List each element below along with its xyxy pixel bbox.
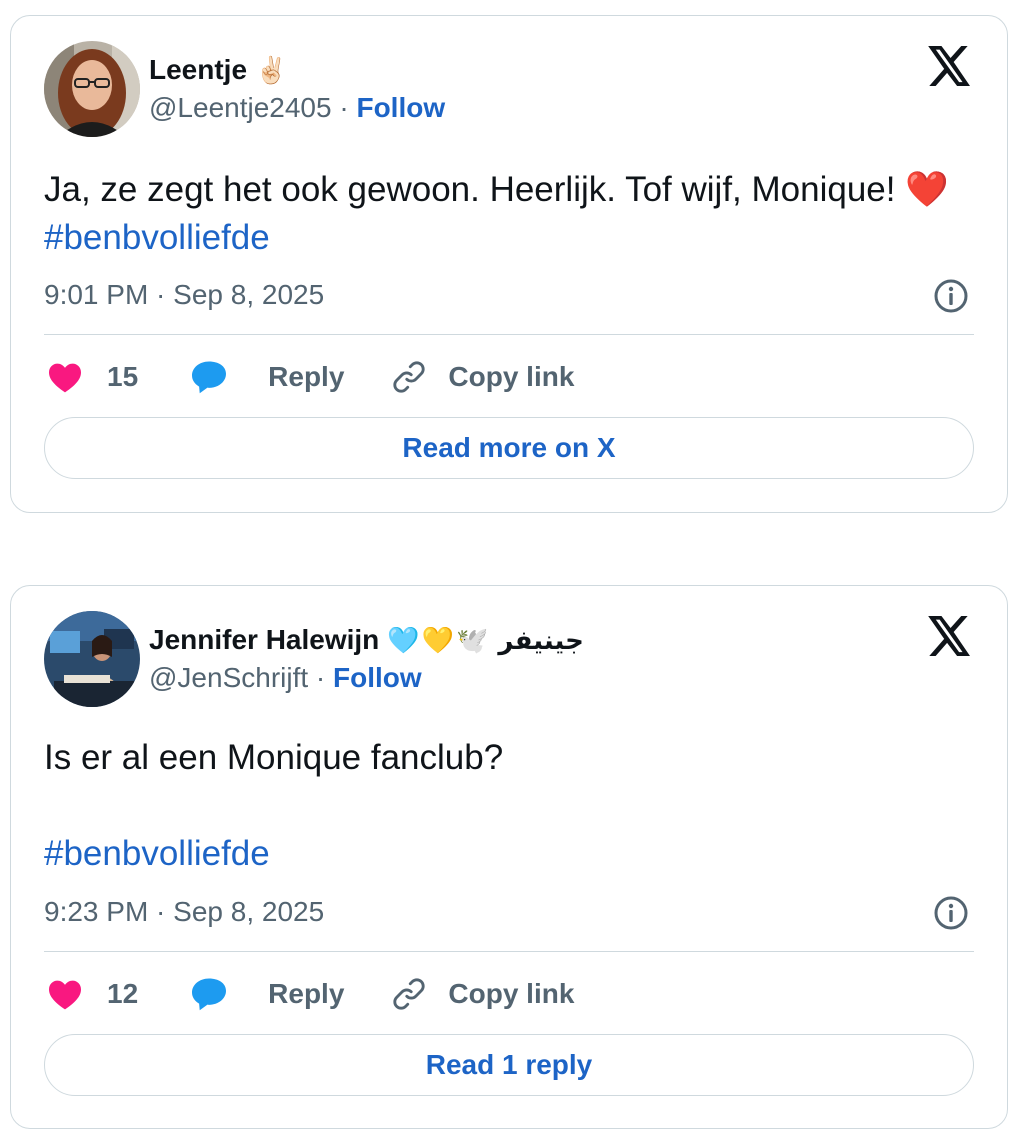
display-name[interactable]: Leentje — [149, 54, 247, 86]
info-icon[interactable] — [933, 895, 969, 931]
link-icon — [390, 358, 428, 396]
divider — [44, 334, 974, 335]
copy-link-label: Copy link — [448, 361, 575, 392]
timestamp[interactable]: 9:01 PM · Sep 8, 2025 — [44, 279, 324, 311]
tweet-text: Ja, ze zegt het ook gewoon. Heerlijk. To… — [44, 166, 967, 262]
reply-bubble-icon — [190, 977, 228, 1011]
reply-button[interactable]: Reply — [190, 977, 344, 1011]
action-bar: 12 Reply Copy link — [47, 972, 574, 1016]
separator: · — [315, 662, 326, 693]
handle-line: @Leentje2405 · Follow — [149, 92, 445, 124]
tweet-card: Jennifer Halewijn 🩵💛🕊️ جينيفر @JenSchrij… — [10, 585, 1008, 1129]
tweet-card: Leentje ✌🏻 @Leentje2405 · Follow Ja, ze … — [10, 15, 1008, 513]
display-name[interactable]: Jennifer Halewijn — [149, 624, 379, 656]
follow-button[interactable]: Follow — [333, 662, 422, 693]
red-heart-icon: ❤️ — [905, 170, 949, 209]
x-logo-icon[interactable] — [928, 616, 972, 656]
link-icon — [390, 975, 428, 1013]
like-count: 12 — [107, 978, 139, 1009]
heart-icon — [47, 361, 83, 393]
hashtag-link[interactable]: #benbvolliefde — [44, 218, 270, 257]
like-button[interactable]: 15 — [47, 361, 138, 393]
read-replies-button[interactable]: Read 1 reply — [44, 1034, 974, 1096]
action-bar: 15 Reply Copy link — [47, 355, 574, 399]
follow-button[interactable]: Follow — [356, 92, 445, 123]
name-emoji: ✌🏻 — [255, 54, 288, 85]
timestamp[interactable]: 9:23 PM · Sep 8, 2025 — [44, 896, 324, 928]
copy-link-button[interactable]: Copy link — [390, 975, 574, 1013]
separator: · — [339, 92, 349, 123]
divider — [44, 951, 974, 952]
copy-link-button[interactable]: Copy link — [390, 358, 574, 396]
like-count: 15 — [107, 361, 139, 392]
reply-bubble-icon — [190, 360, 228, 394]
read-more-button[interactable]: Read more on X — [44, 417, 974, 479]
reply-label: Reply — [268, 361, 345, 392]
name-arabic: جينيفر — [498, 624, 584, 655]
handle[interactable]: @Leentje2405 — [149, 92, 332, 123]
handle[interactable]: @JenSchrijft — [149, 662, 308, 693]
tweet-text: Is er al een Monique fanclub? #benbvolli… — [44, 734, 967, 878]
avatar[interactable] — [44, 611, 140, 707]
reply-button[interactable]: Reply — [190, 360, 344, 394]
x-logo-icon[interactable] — [928, 46, 972, 86]
heart-icon — [47, 978, 83, 1010]
author-name-line: Jennifer Halewijn 🩵💛🕊️ جينيفر — [149, 620, 584, 660]
tweet-text-body: Is er al een Monique fanclub? — [44, 738, 504, 777]
tweet-text-body: Ja, ze zegt het ook gewoon. Heerlijk. To… — [44, 170, 896, 209]
like-button[interactable]: 12 — [47, 978, 138, 1010]
avatar[interactable] — [44, 41, 140, 137]
copy-link-label: Copy link — [448, 978, 575, 1009]
author-name-line: Leentje ✌🏻 — [149, 50, 287, 90]
reply-label: Reply — [268, 978, 345, 1009]
info-icon[interactable] — [933, 278, 969, 314]
hashtag-link[interactable]: #benbvolliefde — [44, 834, 270, 873]
handle-line: @JenSchrijft · Follow — [149, 662, 422, 694]
name-emoji: 🩵💛🕊️ — [387, 624, 491, 655]
